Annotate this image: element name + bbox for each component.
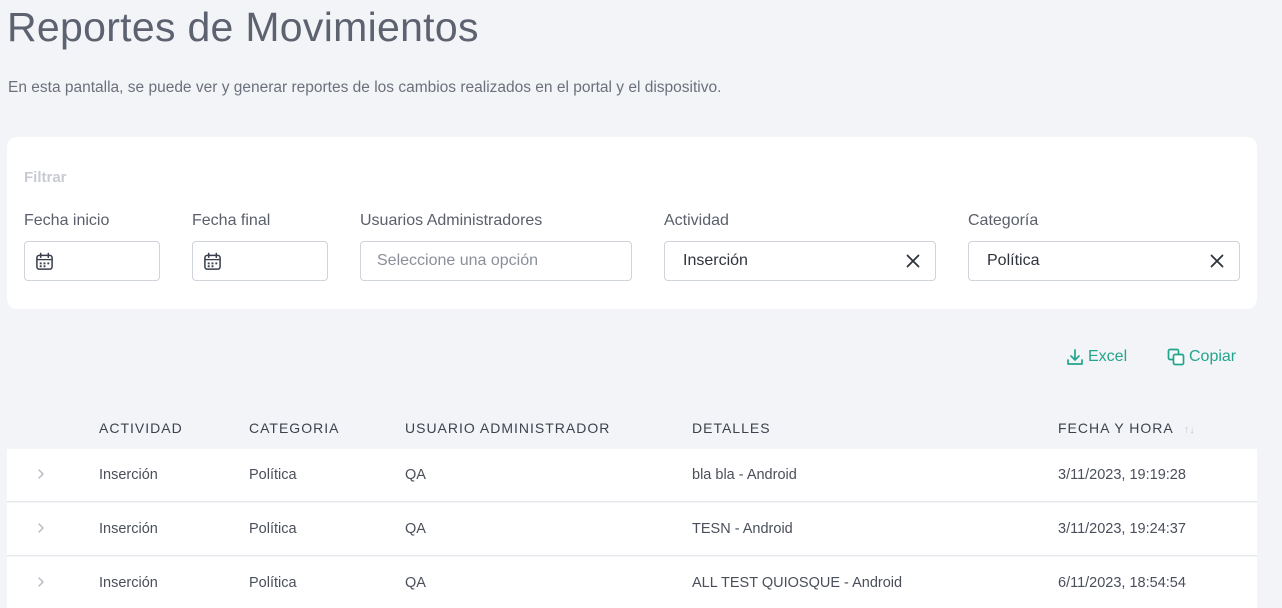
cell-actividad: Inserción (99, 575, 158, 591)
actividad-select[interactable]: Inserción (664, 241, 936, 281)
categoria-value: Política (987, 252, 1040, 269)
sort-icon[interactable]: ↑↓ (1184, 424, 1195, 436)
cell-detalles: bla bla - Android (692, 467, 797, 483)
cell-detalles: TESN - Android (692, 521, 793, 537)
fecha-inicio-label: Fecha inicio (24, 212, 110, 229)
categoria-label: Categoría (968, 212, 1039, 229)
calendar-icon (204, 252, 221, 270)
table-row[interactable]: Inserción Política QA bla bla - Android … (7, 449, 1257, 502)
copy-icon (1167, 348, 1185, 366)
column-header-usuario[interactable]: Usuario Administrador (405, 420, 610, 436)
close-icon[interactable] (905, 253, 921, 269)
cell-actividad: Inserción (99, 467, 158, 483)
cell-actividad: Inserción (99, 521, 158, 537)
table-row[interactable]: Inserción Política QA ALL TEST QUIOSQUE … (7, 557, 1257, 608)
excel-label: Excel (1088, 348, 1128, 365)
usuarios-select[interactable]: Seleccione una opción (360, 241, 632, 281)
column-header-actividad[interactable]: Actividad (99, 420, 183, 436)
chevron-right-icon[interactable] (35, 575, 47, 589)
actividad-value: Inserción (683, 252, 748, 269)
page-title: Reportes de Movimientos (7, 4, 479, 50)
copy-button[interactable]: Copiar (1167, 348, 1236, 366)
chevron-right-icon[interactable] (35, 521, 47, 535)
table-header: Actividad Categoria Usuario Administrado… (7, 410, 1257, 446)
usuarios-placeholder: Seleccione una opción (377, 252, 539, 269)
fecha-final-field[interactable] (192, 241, 328, 281)
column-header-fecha-label: Fecha y hora (1058, 420, 1173, 436)
cell-categoria: Política (249, 521, 297, 537)
filter-card: Filtrar Fecha inicio Fecha final Usuario… (7, 137, 1257, 309)
cell-usuario: QA (405, 575, 426, 591)
column-header-categoria[interactable]: Categoria (249, 420, 339, 436)
cell-fecha: 3/11/2023, 19:19:28 (1058, 467, 1186, 483)
categoria-select[interactable]: Política (968, 241, 1240, 281)
usuarios-label: Usuarios Administradores (360, 212, 543, 229)
page-subtitle: En esta pantalla, se puede ver y generar… (8, 79, 722, 96)
cell-categoria: Política (249, 467, 297, 483)
fecha-final-label: Fecha final (192, 212, 271, 229)
column-header-fecha[interactable]: Fecha y hora ↑↓ (1058, 420, 1195, 436)
close-icon[interactable] (1209, 253, 1225, 269)
cell-fecha: 3/11/2023, 19:24:37 (1058, 521, 1186, 537)
column-header-detalles[interactable]: Detalles (692, 420, 771, 436)
chevron-right-icon[interactable] (35, 467, 47, 481)
cell-usuario: QA (405, 521, 426, 537)
cell-detalles: ALL TEST QUIOSQUE - Android (692, 575, 903, 591)
calendar-icon (36, 252, 53, 270)
copy-label: Copiar (1189, 348, 1237, 365)
download-icon (1067, 349, 1083, 365)
excel-button[interactable]: Excel (1066, 348, 1127, 366)
filter-title: Filtrar (24, 169, 67, 186)
table-row[interactable]: Inserción Política QA TESN - Android 3/1… (7, 503, 1257, 556)
cell-fecha: 6/11/2023, 18:54:54 (1058, 575, 1186, 591)
cell-usuario: QA (405, 467, 426, 483)
fecha-inicio-field[interactable] (24, 241, 160, 281)
actividad-label: Actividad (664, 212, 729, 229)
cell-categoria: Política (249, 575, 297, 591)
